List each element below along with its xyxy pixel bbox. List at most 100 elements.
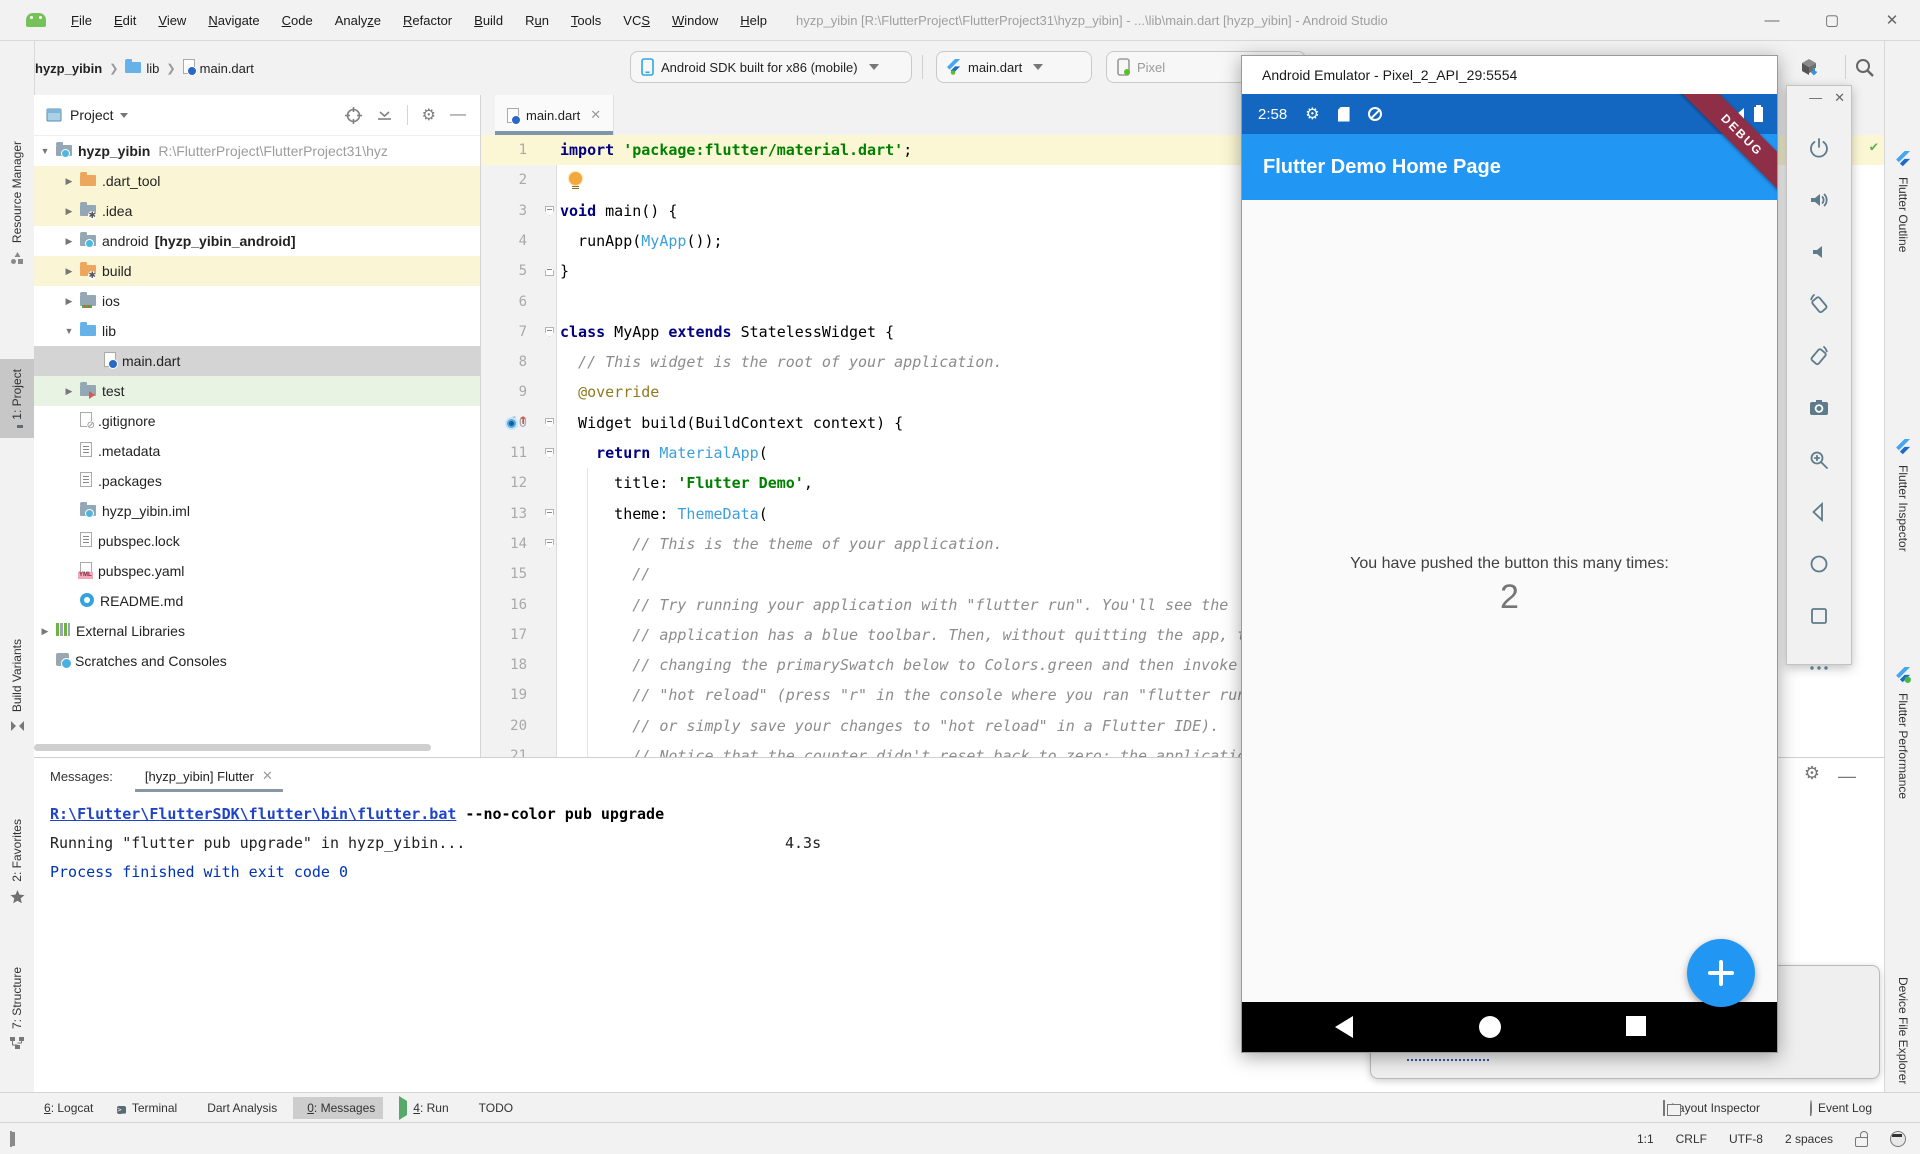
unlocked-icon[interactable] (1855, 1137, 1868, 1147)
fold-marker-icon[interactable] (545, 266, 554, 276)
emulator-back-icon[interactable] (1807, 500, 1831, 527)
emulator-volume-up-icon[interactable] (1807, 188, 1831, 215)
stripe-tab-resource-manager[interactable]: Resource Manager (0, 141, 34, 268)
emulator-rotate-right-icon[interactable] (1807, 344, 1831, 371)
back-icon[interactable] (1335, 1016, 1353, 1038)
minimize-icon[interactable]: — (1809, 90, 1822, 106)
breadcrumb-item-main.dart[interactable]: main.dart (183, 59, 254, 77)
hide-icon[interactable]: — (450, 106, 466, 124)
menu-item-build[interactable]: Build (463, 9, 514, 32)
tree-item-.packages[interactable]: .packages (34, 466, 480, 496)
tree-item-test[interactable]: ▶test (34, 376, 480, 406)
emulator-power-icon[interactable] (1807, 136, 1831, 163)
file-encoding[interactable]: UTF-8 (1729, 1132, 1763, 1146)
window-restore-button[interactable]: ▢ (1804, 0, 1860, 40)
emulator-screen[interactable]: 2:58 ⚙ Flutter Demo Home Page DEBUG You … (1242, 94, 1777, 1052)
locate-icon[interactable] (345, 107, 362, 124)
chevron-right-icon[interactable]: ▶ (64, 236, 74, 247)
indent-setting[interactable]: 2 spaces (1785, 1132, 1833, 1146)
menu-item-code[interactable]: Code (271, 9, 324, 32)
tree-item-.metadata[interactable]: .metadata (34, 436, 480, 466)
overview-icon[interactable] (1626, 1016, 1646, 1036)
tree-item-ios[interactable]: ▶ios (34, 286, 480, 316)
tree-item-lib[interactable]: ▼lib (34, 316, 480, 346)
horizontal-scrollbar[interactable] (34, 744, 431, 751)
minimize-icon[interactable]: — (1838, 766, 1856, 787)
settings-icon[interactable]: ⚙ (1804, 766, 1820, 787)
stripe-tab-device-file-explorer[interactable]: Device File Explorer (1885, 971, 1920, 1084)
menu-item-edit[interactable]: Edit (103, 9, 147, 32)
emulator-overview-icon[interactable] (1807, 604, 1831, 631)
menu-item-window[interactable]: Window (661, 9, 729, 32)
tree-item-readme.md[interactable]: README.md (34, 586, 480, 616)
line-ending[interactable]: CRLF (1676, 1132, 1707, 1146)
stripe-tab-flutter-outline[interactable]: Flutter Outline (1885, 151, 1920, 252)
tool-window-button-dart-analysis[interactable]: Dart Analysis (193, 1097, 285, 1119)
menu-item-file[interactable]: File (60, 9, 103, 32)
window-close-button[interactable]: ✕ (1864, 0, 1920, 40)
override-marker-icon[interactable] (505, 417, 518, 430)
menu-item-view[interactable]: View (147, 9, 197, 32)
chevron-down-icon[interactable]: ▼ (40, 146, 50, 156)
tool-window-button-event-log[interactable]: Event Log (1802, 1097, 1880, 1119)
tree-item-pubspec.yaml[interactable]: pubspec.yaml (34, 556, 480, 586)
search-icon[interactable] (1852, 55, 1878, 81)
stripe-tab-flutter-inspector[interactable]: Flutter Inspector (1885, 439, 1920, 552)
hector-icon[interactable] (1890, 1131, 1906, 1147)
tool-window-button-4-run[interactable]: 4: Run (391, 1097, 456, 1119)
emulator-title-bar[interactable]: Android Emulator - Pixel_2_API_29:5554 (1242, 56, 1777, 94)
tool-window-button-0-messages[interactable]: 0: Messages (293, 1097, 383, 1119)
tree-item-android[interactable]: ▶android[hyzp_yibin_android] (34, 226, 480, 256)
stripe-tab-flutter-performance[interactable]: Flutter Performance (1885, 667, 1920, 799)
menu-item-vcs[interactable]: VCS (612, 9, 661, 32)
breadcrumb-item-lib[interactable]: lib (125, 61, 159, 76)
tree-item-external-libraries[interactable]: ▶External Libraries (34, 616, 480, 646)
messages-tab[interactable]: [hyzp_yibin] Flutter ✕ (135, 762, 283, 790)
fold-marker-icon[interactable] (545, 448, 554, 458)
stripe-tab-build-variants[interactable]: Build Variants (0, 639, 34, 735)
fold-marker-icon[interactable] (545, 206, 554, 216)
menu-item-run[interactable]: Run (514, 9, 560, 32)
close-icon[interactable]: ✕ (262, 768, 273, 784)
chevron-right-icon[interactable]: ▶ (64, 266, 74, 277)
tool-window-button-todo[interactable]: TODO (465, 1097, 521, 1119)
chevron-right-icon[interactable]: ▶ (64, 176, 74, 187)
tree-item-.dart_tool[interactable]: ▶.dart_tool (34, 166, 480, 196)
sdk-manager-icon[interactable] (1796, 55, 1822, 81)
fold-marker-icon[interactable] (545, 418, 554, 428)
chevron-right-icon[interactable]: ▶ (64, 206, 74, 217)
project-panel-title[interactable]: Project (70, 107, 114, 123)
settings-icon[interactable]: ⚙ (422, 107, 436, 123)
emulator-rotate-left-icon[interactable] (1807, 292, 1831, 319)
emulator-zoom-icon[interactable] (1807, 448, 1831, 475)
emulator-screenshot-icon[interactable] (1807, 396, 1831, 423)
increment-fab-button[interactable] (1687, 939, 1755, 1007)
tool-window-switcher-icon[interactable] (10, 1132, 12, 1146)
device-selector-dropdown[interactable]: Android SDK built for x86 (mobile) (630, 51, 912, 83)
menu-item-navigate[interactable]: Navigate (197, 9, 270, 32)
close-icon[interactable]: ✕ (1834, 90, 1845, 106)
tree-item-hyzp_yibin[interactable]: ▼hyzp_yibinR:\FlutterProject\FlutterProj… (34, 136, 480, 166)
tree-item-.gitignore[interactable]: .gitignore (34, 406, 480, 436)
tool-window-button-6-logcat[interactable]: 6: Logcat (30, 1097, 101, 1119)
chevron-right-icon[interactable]: ▶ (64, 386, 74, 397)
fold-marker-icon[interactable] (545, 509, 554, 519)
tool-window-button-layout-inspector[interactable]: Layout Inspector (1655, 1097, 1768, 1119)
close-icon[interactable]: ✕ (590, 107, 601, 123)
tree-item-pubspec.lock[interactable]: pubspec.lock (34, 526, 480, 556)
stripe-tab-7-structure[interactable]: 7: Structure (0, 967, 34, 1052)
chevron-right-icon[interactable]: ▶ (64, 296, 74, 307)
chevron-down-icon[interactable]: ▼ (64, 326, 74, 336)
emulator-volume-down-icon[interactable] (1807, 240, 1831, 267)
collapse-all-icon[interactable] (376, 107, 393, 124)
menu-item-analyze[interactable]: Analyze (324, 9, 392, 32)
tool-window-button-terminal[interactable]: >_Terminal (109, 1097, 185, 1120)
home-icon[interactable] (1479, 1016, 1501, 1038)
stripe-tab-1-project[interactable]: 1: Project (0, 359, 34, 438)
menu-item-refactor[interactable]: Refactor (392, 9, 463, 32)
tree-item-hyzp_yibin.iml[interactable]: hyzp_yibin.iml (34, 496, 480, 526)
chevron-right-icon[interactable]: ▶ (40, 626, 50, 637)
menu-item-tools[interactable]: Tools (560, 9, 612, 32)
caret-position[interactable]: 1:1 (1637, 1132, 1654, 1146)
stripe-tab-2-favorites[interactable]: 2: Favorites (0, 819, 34, 907)
